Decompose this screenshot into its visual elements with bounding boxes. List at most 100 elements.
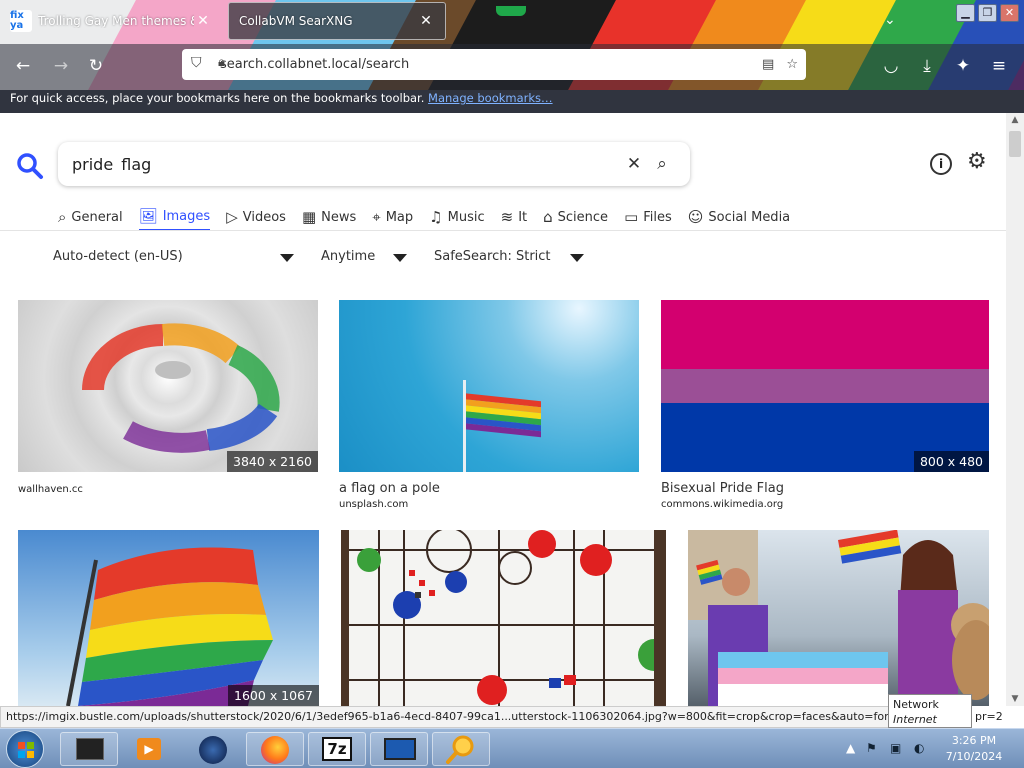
extensions-icon[interactable]: ✦ xyxy=(952,55,974,77)
chevron-down-icon[interactable] xyxy=(393,254,407,262)
scroll-down-icon[interactable]: ▼ xyxy=(1006,694,1024,704)
clock-date: 7/10/2024 xyxy=(945,750,1003,763)
taskbar-app-remote-desktop[interactable] xyxy=(370,732,428,766)
menu-icon[interactable]: ≡ xyxy=(988,55,1010,77)
result-title[interactable]: a flag on a pole xyxy=(339,481,639,496)
address-bar[interactable]: ⛉ 🔒︎ search.collabnet.local/search ▤ ☆ xyxy=(182,49,806,80)
language-select[interactable]: Auto-detect (en-US) xyxy=(53,249,183,264)
resolution-badge: 3840 x 2160 xyxy=(227,451,318,472)
lock-icon: 🔒︎ xyxy=(218,55,225,70)
searxng-logo-icon[interactable] xyxy=(16,152,44,180)
result-source: commons.wikimedia.org xyxy=(661,499,784,510)
gear-icon[interactable]: ⚙ xyxy=(967,149,987,174)
safesearch-select[interactable]: SafeSearch: Strict xyxy=(434,249,551,264)
result-title[interactable]: Bisexual Pride Flag xyxy=(661,481,989,496)
dragon-decoration-icon xyxy=(496,6,526,16)
waving-rainbow-flag-image xyxy=(66,547,273,706)
tab-label: Images xyxy=(162,208,211,224)
people-icon: ☺ xyxy=(687,208,704,226)
close-window-button[interactable]: ✕ xyxy=(1000,4,1019,22)
image-result[interactable]: a flag on a pole unsplash.com xyxy=(339,300,639,510)
chevron-down-icon[interactable] xyxy=(570,254,584,262)
result-thumbnail[interactable] xyxy=(341,530,666,706)
result-thumbnail[interactable]: 800 x 480 xyxy=(661,300,989,472)
tab-label: General xyxy=(71,209,123,225)
result-thumbnail[interactable]: 3840 x 2160 xyxy=(18,300,318,472)
search-input[interactable]: pride flag xyxy=(72,155,620,174)
vertical-scrollbar[interactable]: ▲ ▼ xyxy=(1006,113,1024,706)
close-icon[interactable]: ✕ xyxy=(417,13,435,29)
chevron-down-icon[interactable]: ⌄ xyxy=(884,12,896,28)
time-range-select[interactable]: Anytime xyxy=(321,249,375,264)
tab-label: Map xyxy=(385,209,414,225)
tab-title: Trolling Gay Men themes & in xyxy=(38,14,194,28)
clock[interactable]: 3:26 PM 7/10/2024 xyxy=(938,733,1010,765)
tab-images[interactable]: 🖼︎ Images xyxy=(138,203,211,231)
forward-arrow-icon[interactable]: → xyxy=(50,55,72,77)
network-tooltip: Network Internet access xyxy=(888,694,972,741)
layers-icon: ≋ xyxy=(500,208,514,226)
reader-view-icon[interactable]: ▤ xyxy=(762,57,774,72)
reload-icon[interactable]: ↻ xyxy=(85,55,107,77)
image-result[interactable]: 1600 x 1067 xyxy=(18,530,319,706)
tab-science[interactable]: ⌂ Science xyxy=(543,203,608,231)
play-icon: ▷ xyxy=(226,208,238,226)
tab-map[interactable]: ⌖ Map xyxy=(372,203,413,231)
start-button[interactable] xyxy=(6,730,44,768)
image-result[interactable] xyxy=(341,530,666,706)
tab-trolling[interactable]: fix ya Trolling Gay Men themes & in ✕ xyxy=(0,2,222,40)
maximize-button[interactable]: ❐ xyxy=(978,4,997,22)
resolution-badge: 1600 x 1067 xyxy=(228,685,319,706)
info-icon[interactable]: i xyxy=(930,153,952,175)
flag-tray-icon[interactable]: ⚑ xyxy=(866,741,877,755)
back-arrow-icon[interactable]: ← xyxy=(12,55,34,77)
clear-icon[interactable]: ✕ xyxy=(620,154,648,174)
result-thumbnail[interactable]: 1600 x 1067 xyxy=(18,530,319,706)
7zip-icon: 7z xyxy=(322,737,352,761)
pride-parade-photo xyxy=(688,530,989,706)
taskbar-app-media-player[interactable]: ▶ xyxy=(122,732,180,766)
tab-social-media[interactable]: ☺ Social Media xyxy=(688,203,790,231)
terminal-icon xyxy=(76,738,104,760)
result-thumbnail[interactable] xyxy=(339,300,639,472)
tab-collabvm-searxng[interactable]: CollabVM SearXNG ✕ xyxy=(228,2,446,40)
tab-files[interactable]: ▭ Files xyxy=(624,203,672,231)
search-icon[interactable]: ⌕ xyxy=(648,154,676,174)
taskbar-app-terminal[interactable] xyxy=(60,732,118,766)
image-result[interactable] xyxy=(688,530,989,706)
result-thumbnail[interactable] xyxy=(688,530,989,706)
windows-logo-icon xyxy=(18,742,34,758)
tab-it[interactable]: ≋ It xyxy=(501,203,528,231)
volume-tray-icon[interactable]: ◐ xyxy=(914,741,924,755)
tab-videos[interactable]: ▷ Videos xyxy=(226,203,286,231)
search-box[interactable]: pride flag ✕ ⌕ xyxy=(58,142,690,186)
scrollbar-thumb[interactable] xyxy=(1009,131,1021,157)
taskbar-app-search[interactable] xyxy=(432,732,490,766)
image-result[interactable]: 800 x 480 Bisexual Pride Flag commons.wi… xyxy=(661,300,989,510)
scroll-up-icon[interactable]: ▲ xyxy=(1006,115,1024,125)
network-tray-icon[interactable]: ▣ xyxy=(890,741,901,755)
manage-bookmarks-link[interactable]: Manage bookmarks… xyxy=(428,91,553,105)
star-icon[interactable]: ☆ xyxy=(786,57,798,72)
monitor-icon xyxy=(384,738,416,760)
image-result[interactable]: 3840 x 2160 wallhaven.cc xyxy=(18,300,318,495)
firefox-icon xyxy=(261,736,289,764)
pocket-icon[interactable]: ◡ xyxy=(880,55,902,77)
url-text[interactable]: search.collabnet.local/search xyxy=(220,57,762,72)
taskbar-app-7zip[interactable]: 7z xyxy=(308,732,366,766)
tab-label: Science xyxy=(557,209,609,225)
taskbar-app-firefox[interactable] xyxy=(246,732,304,766)
search-icon: ⌕ xyxy=(58,208,67,226)
tab-news[interactable]: ▦ News xyxy=(302,203,356,231)
taskbar-app-globe[interactable] xyxy=(184,732,242,766)
close-icon[interactable]: ✕ xyxy=(194,13,212,29)
tooltip-title: Network xyxy=(893,698,939,711)
shield-icon[interactable]: ⛉ xyxy=(191,55,202,71)
tab-label: It xyxy=(518,209,528,225)
tab-general[interactable]: ⌕ General xyxy=(58,203,123,231)
download-icon[interactable]: ⤓ xyxy=(916,55,938,77)
minimize-button[interactable]: ▁ xyxy=(956,4,975,22)
tab-music[interactable]: ♫ Music xyxy=(429,203,484,231)
chevron-down-icon[interactable] xyxy=(280,254,294,262)
tray-expand-icon[interactable]: ▲ xyxy=(846,741,855,755)
